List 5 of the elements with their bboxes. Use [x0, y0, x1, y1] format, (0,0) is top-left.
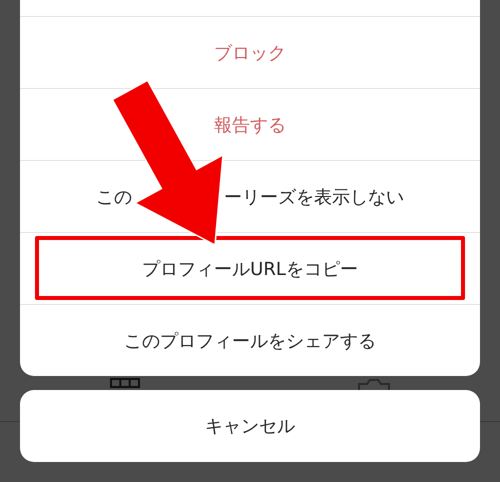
menu-item-text: この	[96, 186, 132, 208]
menu-item-text: ーリーズを表示しない	[224, 186, 404, 208]
camera-icon	[358, 379, 390, 391]
grid-icon	[110, 378, 140, 388]
cancel-button[interactable]: キャンセル	[20, 390, 480, 462]
